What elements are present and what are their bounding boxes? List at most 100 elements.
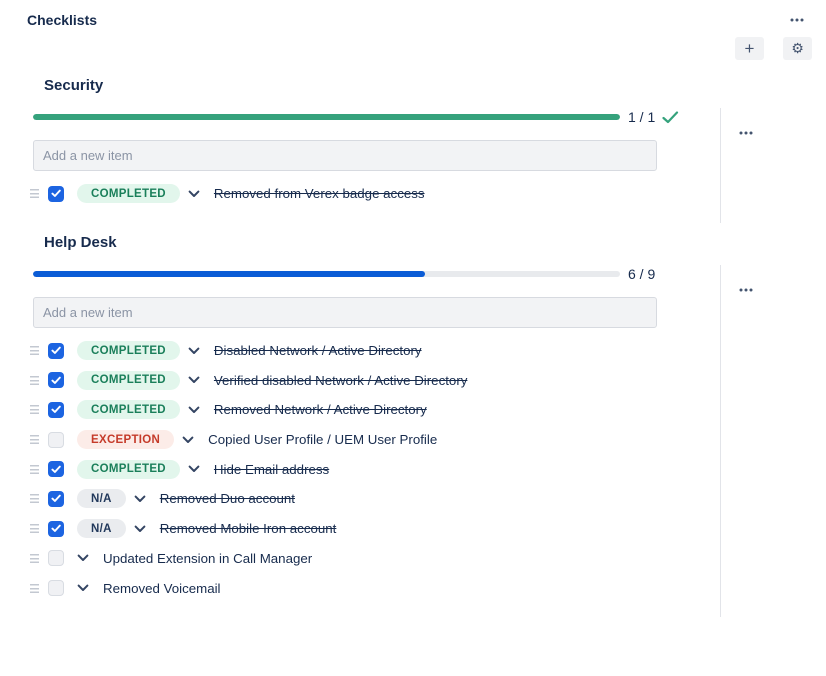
checklist-item: EXCEPTION Copied User Profile / UEM User…	[33, 425, 720, 455]
section-body: 6 / 9 COMPLETED Disabled Network / Activ…	[0, 265, 826, 617]
page-title: Checklists	[27, 12, 97, 28]
checklist-item: Updated Extension in Call Manager	[33, 544, 720, 574]
progress-row: 1 / 1	[33, 108, 720, 126]
item-text[interactable]: Verified disabled Network / Active Direc…	[214, 373, 468, 388]
status-badge[interactable]: COMPLETED	[77, 371, 180, 390]
item-checkbox[interactable]	[48, 461, 64, 477]
status-badge[interactable]: N/A	[77, 489, 126, 508]
ellipsis-icon	[739, 280, 753, 295]
status-badge[interactable]: COMPLETED	[77, 460, 180, 479]
chevron-down-icon[interactable]	[188, 190, 200, 198]
ellipsis-icon	[739, 123, 753, 138]
progress-track	[33, 114, 620, 120]
status-badge[interactable]: COMPLETED	[77, 341, 180, 360]
drag-handle-icon[interactable]	[30, 435, 39, 444]
chevron-down-icon[interactable]	[188, 465, 200, 473]
checklist-item: COMPLETED Disabled Network / Active Dire…	[33, 336, 720, 366]
drag-handle-icon[interactable]	[30, 346, 39, 355]
item-list: COMPLETED Removed from Verex badge acces…	[33, 179, 720, 209]
item-text[interactable]: Removed from Verex badge access	[214, 186, 425, 201]
drag-handle-icon[interactable]	[30, 584, 39, 593]
check-icon	[51, 346, 61, 355]
checklist-item: COMPLETED Hide Email address	[33, 454, 720, 484]
checklist-section: Help Desk 6 / 9 COMPLETED Disabled Netwo…	[0, 234, 826, 617]
check-icon	[51, 376, 61, 385]
status-badge[interactable]: COMPLETED	[77, 184, 180, 203]
checklist-item: N/A Removed Duo account	[33, 484, 720, 514]
panel-more-button[interactable]	[787, 15, 807, 25]
checklists-panel: Checklists + ⚙ Security 1 / 1	[0, 0, 826, 676]
chevron-down-icon[interactable]	[77, 584, 89, 592]
check-icon	[51, 405, 61, 414]
checklist-item: Removed Voicemail	[33, 573, 720, 603]
drag-handle-icon[interactable]	[30, 189, 39, 198]
sections: Security 1 / 1 COMPLETED	[0, 77, 826, 617]
ellipsis-icon	[790, 10, 804, 25]
section-body: 1 / 1 COMPLETED Removed from Verex badge…	[0, 108, 826, 223]
item-checkbox[interactable]	[48, 343, 64, 359]
checklist-item: COMPLETED Removed Network / Active Direc…	[33, 395, 720, 425]
progress-track	[33, 271, 620, 277]
drag-handle-icon[interactable]	[30, 465, 39, 474]
progress-label: 6 / 9	[628, 266, 655, 282]
chevron-down-icon[interactable]	[182, 436, 194, 444]
drag-handle-icon[interactable]	[30, 494, 39, 503]
add-item-input[interactable]	[33, 297, 657, 328]
check-icon	[51, 494, 61, 503]
item-checkbox[interactable]	[48, 580, 64, 596]
section-title: Help Desk	[44, 234, 826, 251]
add-item-input[interactable]	[33, 140, 657, 171]
item-text[interactable]: Disabled Network / Active Directory	[214, 343, 422, 358]
item-checkbox[interactable]	[48, 372, 64, 388]
item-text[interactable]: Updated Extension in Call Manager	[103, 551, 312, 566]
checklist-item: N/A Removed Mobile Iron account	[33, 514, 720, 544]
check-icon	[51, 465, 61, 474]
chevron-down-icon[interactable]	[77, 554, 89, 562]
progress-fill	[33, 271, 425, 277]
gear-icon: ⚙	[791, 42, 804, 56]
add-checklist-button[interactable]: +	[735, 37, 764, 60]
settings-button[interactable]: ⚙	[783, 37, 812, 60]
chevron-down-icon[interactable]	[188, 406, 200, 414]
item-list: COMPLETED Disabled Network / Active Dire…	[33, 336, 720, 603]
item-checkbox[interactable]	[48, 491, 64, 507]
check-icon	[51, 189, 61, 198]
status-badge[interactable]: EXCEPTION	[77, 430, 174, 449]
item-checkbox[interactable]	[48, 432, 64, 448]
section-main: 1 / 1 COMPLETED Removed from Verex badge…	[0, 108, 720, 223]
section-side-rail	[720, 108, 780, 223]
progress-complete-check-icon	[662, 111, 679, 124]
chevron-down-icon[interactable]	[134, 495, 146, 503]
section-more-button[interactable]	[736, 285, 756, 295]
item-text[interactable]: Removed Voicemail	[103, 581, 221, 596]
section-main: 6 / 9 COMPLETED Disabled Network / Activ…	[0, 265, 720, 617]
progress-row: 6 / 9	[33, 265, 720, 283]
item-text[interactable]: Removed Mobile Iron account	[160, 521, 337, 536]
drag-handle-icon[interactable]	[30, 554, 39, 563]
section-side-rail	[720, 265, 780, 617]
checklist-section: Security 1 / 1 COMPLETED	[0, 77, 826, 223]
drag-handle-icon[interactable]	[30, 405, 39, 414]
item-text[interactable]: Removed Network / Active Directory	[214, 402, 427, 417]
progress-fill	[33, 114, 620, 120]
item-checkbox[interactable]	[48, 402, 64, 418]
drag-handle-icon[interactable]	[30, 524, 39, 533]
item-text[interactable]: Hide Email address	[214, 462, 329, 477]
item-text[interactable]: Copied User Profile / UEM User Profile	[208, 432, 437, 447]
panel-toolbar: + ⚙	[0, 37, 826, 60]
checklist-item: COMPLETED Verified disabled Network / Ac…	[33, 365, 720, 395]
item-checkbox[interactable]	[48, 521, 64, 537]
item-checkbox[interactable]	[48, 186, 64, 202]
plus-icon: +	[745, 40, 755, 57]
status-badge[interactable]: COMPLETED	[77, 400, 180, 419]
status-badge[interactable]: N/A	[77, 519, 126, 538]
chevron-down-icon[interactable]	[188, 376, 200, 384]
section-title: Security	[44, 77, 826, 94]
chevron-down-icon[interactable]	[188, 347, 200, 355]
chevron-down-icon[interactable]	[134, 525, 146, 533]
progress-label: 1 / 1	[628, 109, 655, 125]
drag-handle-icon[interactable]	[30, 376, 39, 385]
section-more-button[interactable]	[736, 128, 756, 138]
item-checkbox[interactable]	[48, 550, 64, 566]
item-text[interactable]: Removed Duo account	[160, 491, 295, 506]
